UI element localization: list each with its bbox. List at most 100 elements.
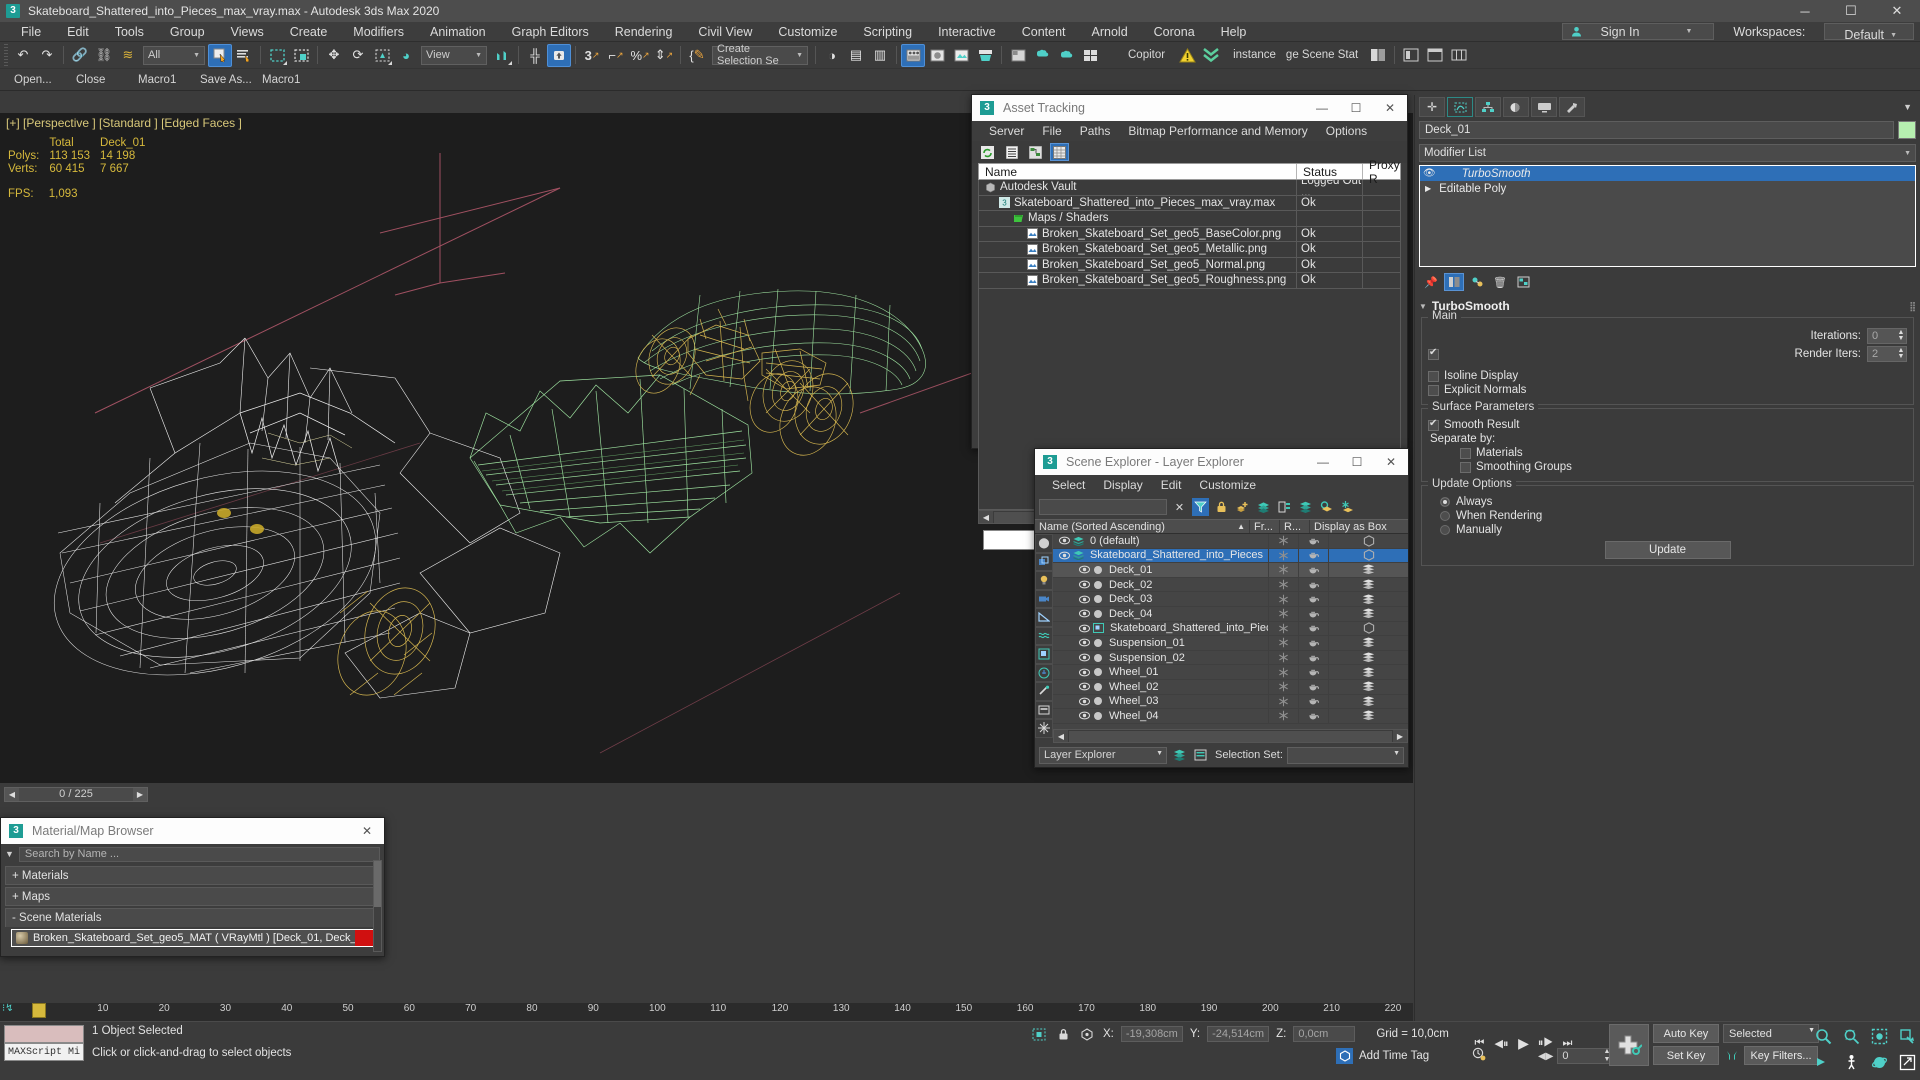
macro-open-button[interactable]: Open...	[14, 74, 76, 86]
scene-menu-display[interactable]: Display	[1094, 478, 1151, 492]
selection-filter-select[interactable]: All ▼	[143, 45, 205, 65]
menu-rendering[interactable]: Rendering	[602, 22, 686, 42]
zoom-all-icon[interactable]	[1838, 1024, 1864, 1048]
maxscript-input-field[interactable]	[4, 1025, 84, 1043]
rollout-header[interactable]: ▼ TurboSmooth ⣿	[1419, 298, 1916, 314]
tab-motion[interactable]	[1503, 97, 1529, 117]
display-as-box-cell[interactable]	[1328, 694, 1408, 709]
scene-name-cell[interactable]: Deck_01	[1053, 563, 1268, 577]
snapshot-icon[interactable]: ▥	[868, 44, 892, 67]
layers-panel-icon[interactable]	[1399, 44, 1423, 67]
add-time-tag-area[interactable]: Add Time Tag	[1336, 1048, 1429, 1064]
table-row[interactable]: Maps / Shaders	[979, 211, 1400, 227]
render-cell[interactable]	[1298, 534, 1328, 548]
scene-material-item[interactable]: Broken_Skateboard_Set_geo5_MAT ( VRayMtl…	[11, 929, 378, 947]
scene-name-cell[interactable]: Suspension_01	[1053, 636, 1268, 650]
eye-icon[interactable]	[1079, 653, 1090, 662]
macro-1-button[interactable]: Macro1	[138, 74, 200, 86]
select-and-link-icon[interactable]: 🔗	[68, 44, 92, 67]
material-editor-icon[interactable]	[901, 43, 925, 67]
z-coordinate-field[interactable]: 0,0cm	[1293, 1026, 1356, 1042]
update-mode-always-row[interactable]: Always	[1428, 496, 1907, 508]
scene-col-display-as-box[interactable]: Display as Box	[1310, 520, 1408, 533]
named-selection-sets-icon[interactable]: {✎	[685, 44, 709, 67]
menu-modifiers[interactable]: Modifiers	[340, 22, 417, 42]
object-icon[interactable]	[1093, 682, 1103, 692]
align-icon[interactable]	[547, 43, 571, 67]
display-as-box-cell[interactable]	[1328, 592, 1408, 606]
table-row[interactable]: Broken_Skateboard_Set_geo5_BaseColor.png…	[979, 226, 1400, 242]
project-folder-icon[interactable]	[1447, 44, 1471, 67]
object-icon[interactable]	[1093, 580, 1103, 590]
menu-group[interactable]: Group	[157, 22, 218, 42]
scene-name-cell[interactable]: ▼ Skateboard_Shattered_into_Pieces	[1053, 549, 1268, 563]
frame-spinner-arrows-icon[interactable]: ◀▶	[1538, 1051, 1553, 1062]
asset-name-cell[interactable]: Broken_Skateboard_Set_geo5_Metallic.png	[979, 242, 1297, 257]
use-pivot-point-center-icon[interactable]	[490, 44, 514, 67]
menu-customize[interactable]: Customize	[765, 22, 850, 42]
selection-mode-icon[interactable]: ⬤	[1035, 534, 1053, 553]
render-cell[interactable]	[1298, 679, 1328, 694]
isoline-display-checkbox[interactable]	[1428, 370, 1439, 382]
display-as-box-cell[interactable]	[1328, 534, 1408, 548]
menu-animation[interactable]: Animation	[417, 22, 499, 42]
scene-col-freeze[interactable]: Fr...	[1250, 520, 1280, 533]
render-to-texture-icon[interactable]	[1054, 44, 1078, 67]
asset-name-cell[interactable]: Maps / Shaders	[979, 211, 1297, 226]
render-cell[interactable]	[1298, 636, 1328, 650]
helpers-filter-icon[interactable]	[1035, 608, 1053, 627]
auto-key-button[interactable]: Auto Key	[1653, 1024, 1719, 1043]
object-icon[interactable]	[1093, 696, 1103, 706]
scene-name-cell[interactable]: Deck_04	[1053, 607, 1268, 621]
asset-col-proxy[interactable]: Proxy R	[1363, 158, 1400, 186]
scene-name-cell[interactable]: Skateboard_Shattered_into_Pieces	[1053, 622, 1268, 636]
update-button[interactable]: Update	[1604, 541, 1731, 559]
maxscript-mini-listener[interactable]: MAXScript Mi	[4, 1025, 84, 1061]
pan-icon[interactable]	[1810, 1050, 1836, 1074]
filter-keys-icon[interactable]	[1723, 1046, 1741, 1065]
chevron-down-icon[interactable]: ▼	[1903, 102, 1916, 112]
material-search-input[interactable]: Search by Name ...	[18, 846, 380, 862]
list-item[interactable]: Deck_03	[1053, 592, 1408, 607]
update-mode-manually-row[interactable]: Manually	[1428, 524, 1907, 536]
refresh-icon[interactable]	[978, 143, 997, 161]
maximize-viewport-toggle-icon[interactable]	[1894, 1050, 1920, 1074]
scene-name-cell[interactable]: Wheel_04	[1053, 709, 1268, 723]
scene-name-cell[interactable]: Wheel_02	[1053, 680, 1268, 694]
display-as-box-cell[interactable]	[1328, 709, 1408, 723]
y-coordinate-field[interactable]: -24,514cm	[1207, 1026, 1270, 1042]
render-iters-checkbox[interactable]	[1428, 347, 1439, 360]
list-item[interactable]: Deck_02	[1053, 577, 1408, 593]
explorer-layers-icon[interactable]	[1171, 746, 1188, 764]
table-view-icon[interactable]	[1050, 143, 1069, 161]
prev-frame-icon[interactable]: ◀	[5, 787, 19, 801]
cameras-filter-icon[interactable]	[1035, 589, 1053, 608]
render-cell[interactable]	[1298, 709, 1328, 723]
modifier-stack-item-turbosmooth[interactable]: 👁 TurboSmooth	[1420, 166, 1915, 181]
tab-hierarchy[interactable]	[1475, 97, 1501, 117]
all-filter-icon[interactable]	[1035, 719, 1053, 738]
material-browser-close-button[interactable]: ✕	[350, 818, 384, 844]
list-item[interactable]: Skateboard_Shattered_into_Pieces	[1053, 621, 1408, 637]
freeze-cell[interactable]	[1268, 694, 1298, 709]
menu-civil-view[interactable]: Civil View	[685, 22, 765, 42]
zoom-extents-icon[interactable]	[1866, 1024, 1892, 1048]
dependency-view-icon[interactable]	[1026, 143, 1045, 161]
render-setup-icon[interactable]	[925, 44, 949, 67]
select-layer-icon[interactable]	[1276, 498, 1293, 516]
time-slider-handle[interactable]	[32, 1003, 46, 1018]
table-row[interactable]: 3 Skateboard_Shattered_into_Pieces_max_vr…	[979, 195, 1400, 211]
freeze-cell[interactable]	[1268, 577, 1298, 592]
play-animation-icon[interactable]: ▶	[1514, 1034, 1533, 1053]
open-render-gallery-icon[interactable]	[1030, 44, 1054, 67]
modifier-list-dropdown[interactable]: Modifier List ▼	[1419, 144, 1916, 162]
eye-icon[interactable]: 👁	[1423, 168, 1436, 179]
asset-menu-server[interactable]: Server	[980, 124, 1033, 138]
render-cell[interactable]	[1298, 563, 1328, 577]
material-group-maps[interactable]: + Maps	[5, 887, 380, 906]
table-row[interactable]: Broken_Skateboard_Set_geo5_Normal.png Ok	[979, 257, 1400, 273]
layers-icon[interactable]	[1297, 498, 1314, 516]
update-mode-when-rendering-row[interactable]: When Rendering	[1428, 510, 1907, 522]
material-map-browser-window[interactable]: 3 Material/Map Browser ✕ ▼ Search by Nam…	[0, 817, 385, 957]
modifier-stack[interactable]: 👁 TurboSmooth ▶ Editable Poly	[1419, 165, 1916, 267]
